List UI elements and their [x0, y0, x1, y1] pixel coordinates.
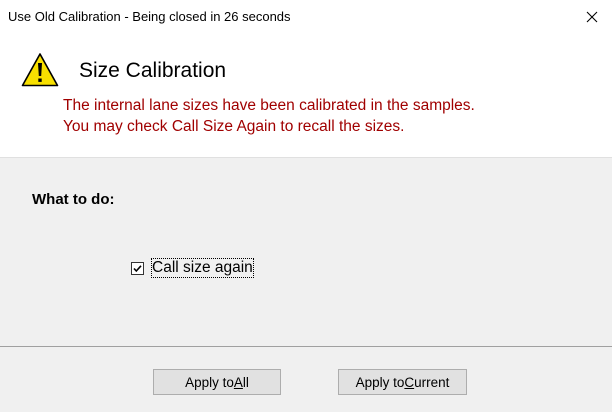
apply-to-all-mnemonic: A: [233, 374, 243, 390]
window-title: Use Old Calibration - Being closed in 26…: [8, 9, 291, 24]
what-to-do-label: What to do:: [32, 191, 115, 208]
apply-to-current-mnemonic: C: [404, 374, 415, 390]
call-size-again-checkbox[interactable]: Call size again: [131, 258, 254, 278]
message-line-2: You may check Call Size Again to recall …: [63, 118, 405, 135]
apply-to-current-button[interactable]: Apply to Current: [338, 369, 467, 395]
apply-to-all-label-end: ll: [242, 374, 249, 390]
dialog-heading: Size Calibration: [79, 59, 227, 82]
apply-to-all-button[interactable]: Apply to All: [153, 369, 281, 395]
apply-to-all-label-start: Apply to: [185, 374, 234, 390]
checkbox-box[interactable]: [131, 261, 144, 275]
title-bar: Use Old Calibration - Being closed in 26…: [0, 0, 612, 34]
message-line-1: The internal lane sizes have been calibr…: [63, 97, 475, 114]
close-icon: [586, 11, 598, 23]
button-bar: Apply to All Apply to Current: [0, 347, 612, 412]
options-panel: What to do: Call size again: [0, 157, 612, 347]
checkbox-label[interactable]: Call size again: [151, 258, 254, 278]
checkmark-icon: [133, 264, 142, 272]
close-button[interactable]: [572, 0, 612, 34]
dialog-header: Size Calibration The internal lane sizes…: [0, 34, 612, 157]
apply-to-current-label-end: urrent: [414, 374, 450, 390]
warning-icon: [21, 53, 59, 87]
apply-to-current-label-start: Apply to: [355, 374, 405, 390]
dialog-message: The internal lane sizes have been calibr…: [63, 95, 475, 137]
